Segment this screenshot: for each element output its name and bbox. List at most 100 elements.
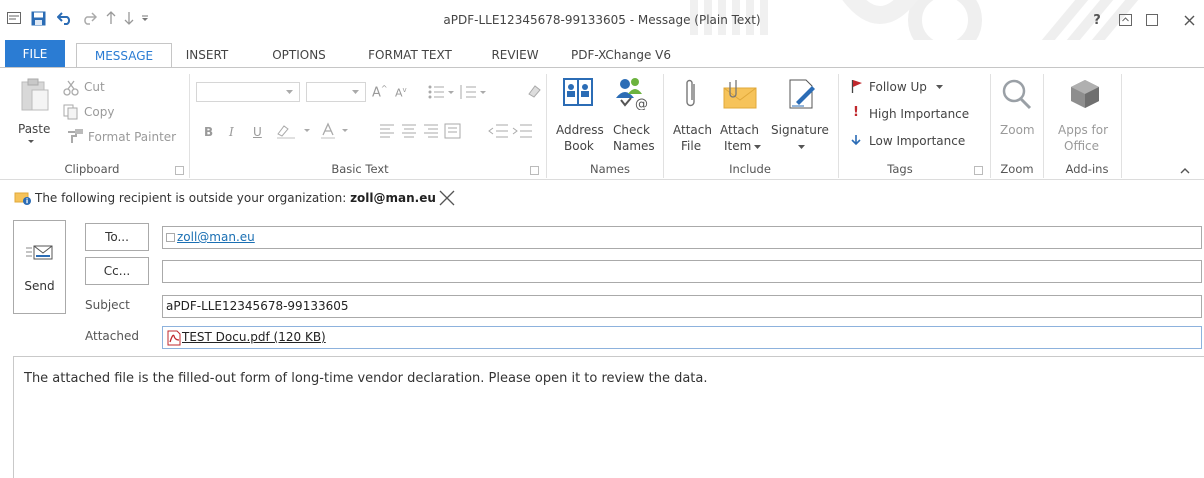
message-body[interactable]: The attached file is the filled-out form…	[13, 356, 1204, 478]
bullets-icon[interactable]	[428, 84, 456, 100]
to-field[interactable]: zoll@man.eu	[162, 226, 1202, 249]
signature-icon	[789, 79, 815, 109]
group-separator	[1121, 74, 1122, 178]
close-button[interactable]	[1178, 10, 1200, 30]
paste-icon	[21, 78, 49, 111]
recipient-info-bar: The following recipient is outside your …	[14, 188, 456, 208]
underline-button[interactable]: U	[253, 125, 262, 139]
minimize-button[interactable]	[1141, 10, 1163, 30]
pdf-file-icon	[167, 330, 181, 345]
undo-icon[interactable]	[54, 8, 76, 28]
paperclip-icon	[686, 79, 695, 107]
font-name-dropdown[interactable]	[196, 82, 300, 102]
send-button[interactable]: Send	[13, 220, 66, 314]
zoom-magnifier-icon	[1002, 79, 1032, 110]
group-separator	[838, 74, 839, 178]
paste-button[interactable]: Paste	[18, 122, 50, 136]
chevron-down-icon	[352, 90, 359, 94]
cut-icon	[63, 80, 79, 96]
group-separator	[189, 74, 190, 178]
outlook-app-icon[interactable]	[3, 8, 25, 28]
group-separator	[663, 74, 664, 178]
low-importance-icon	[851, 135, 861, 146]
follow-up-button[interactable]: Follow Up	[869, 80, 927, 94]
address-book-label-line2[interactable]: Book	[564, 139, 594, 153]
attach-file-label-line2[interactable]: File	[681, 139, 701, 153]
cut-button[interactable]: Cut	[84, 80, 105, 94]
basic-text-dialog-launcher[interactable]	[530, 166, 539, 175]
send-envelope-icon	[26, 245, 53, 260]
clear-formatting-icon[interactable]	[526, 83, 542, 99]
to-recipient[interactable]: zoll@man.eu	[177, 230, 255, 244]
subject-field[interactable]: aPDF-LLE12345678-99133605	[162, 295, 1202, 318]
tags-dialog-launcher[interactable]	[974, 166, 983, 175]
zoom-button[interactable]: Zoom	[1000, 123, 1035, 137]
to-button[interactable]: To...	[85, 223, 149, 251]
paste-dropdown-icon[interactable]	[27, 139, 35, 145]
attach-file-label-line1[interactable]: Attach	[673, 123, 712, 137]
info-bar-email: zoll@man.eu	[350, 191, 436, 205]
redo-icon[interactable]	[78, 8, 100, 28]
names-group-label: Names	[590, 162, 630, 176]
low-importance-button[interactable]: Low Importance	[869, 134, 965, 148]
add-ins-group-label: Add-ins	[1065, 162, 1109, 176]
apps-for-office-icon	[1071, 80, 1099, 108]
font-size-dropdown[interactable]	[306, 82, 366, 102]
attached-label: Attached	[85, 329, 139, 343]
apps-for-office-label-line1[interactable]: Apps for	[1058, 123, 1108, 137]
signature-button[interactable]: Signature	[771, 123, 829, 137]
apps-for-office-label-line2[interactable]: Office	[1064, 139, 1099, 153]
cc-button[interactable]: Cc...	[85, 257, 149, 285]
tab-insert[interactable]: INSERT	[176, 43, 238, 68]
cc-field[interactable]	[162, 260, 1202, 283]
save-icon[interactable]	[27, 8, 49, 28]
info-envelope-icon	[14, 192, 31, 205]
tab-options[interactable]: OPTIONS	[262, 43, 336, 68]
shrink-font-icon[interactable]: Av	[395, 86, 407, 100]
tab-review[interactable]: REVIEW	[480, 43, 550, 68]
tags-group-label: Tags	[887, 162, 913, 176]
follow-up-dropdown-icon[interactable]	[936, 85, 943, 90]
font-color-icon[interactable]	[320, 122, 360, 140]
window-title: aPDF-LLE12345678-99133605 - Message (Pla…	[443, 13, 761, 27]
address-book-label-line1[interactable]: Address	[556, 123, 604, 137]
check-names-label-line2[interactable]: Names	[613, 139, 655, 153]
format-painter-button[interactable]: Format Painter	[88, 130, 176, 144]
paragraph-alignment-icon[interactable]	[378, 123, 468, 139]
recipient-checkbox-icon	[166, 233, 175, 242]
attachment-link[interactable]: TEST Docu.pdf (120 KB)	[182, 330, 326, 344]
bold-button[interactable]: B	[204, 125, 213, 139]
italic-button[interactable]: I	[229, 125, 234, 139]
copy-icon	[63, 104, 78, 120]
svg-text:@: @	[635, 97, 648, 110]
grow-font-icon[interactable]: A^	[372, 84, 388, 100]
tab-pdf-xchange[interactable]: PDF-XChange V6	[566, 43, 676, 68]
indent-icon[interactable]	[488, 123, 534, 139]
numbering-icon[interactable]	[460, 84, 488, 100]
attachments-field[interactable]: TEST Docu.pdf (120 KB)	[162, 326, 1202, 349]
tab-file[interactable]: FILE	[5, 40, 65, 68]
tab-message[interactable]: MESSAGE	[76, 43, 172, 68]
include-group-label: Include	[729, 162, 771, 176]
clipboard-dialog-launcher[interactable]	[175, 166, 184, 175]
attach-item-label-line2[interactable]: Item	[724, 139, 751, 153]
title-bar: aPDF-LLE12345678-99133605 - Message (Pla…	[0, 0, 1204, 40]
customize-toolbar-icon[interactable]	[134, 8, 156, 28]
attach-item-dropdown-icon[interactable]	[754, 145, 761, 150]
help-button[interactable]: ?	[1086, 10, 1108, 30]
tab-format-text[interactable]: FORMAT TEXT	[358, 43, 462, 68]
highlight-icon[interactable]	[276, 122, 316, 140]
info-bar-message: The following recipient is outside your …	[35, 191, 351, 205]
ribbon-tabs: FILE MESSAGE INSERT OPTIONS FORMAT TEXT …	[0, 40, 1204, 68]
copy-button[interactable]: Copy	[84, 105, 114, 119]
ribbon-display-button[interactable]	[1114, 10, 1136, 30]
check-names-icon: @	[616, 78, 648, 110]
collapse-ribbon-icon[interactable]	[1180, 167, 1190, 174]
message-body-text: The attached file is the filled-out form…	[24, 371, 708, 386]
close-icon[interactable]	[438, 190, 456, 206]
ribbon: Paste Cut Copy Format Painter Clipboard …	[0, 67, 1204, 180]
signature-dropdown-icon[interactable]	[798, 145, 805, 150]
high-importance-button[interactable]: High Importance	[869, 107, 969, 121]
attach-item-label-line1[interactable]: Attach	[720, 123, 759, 137]
check-names-label-line1[interactable]: Check	[613, 123, 650, 137]
